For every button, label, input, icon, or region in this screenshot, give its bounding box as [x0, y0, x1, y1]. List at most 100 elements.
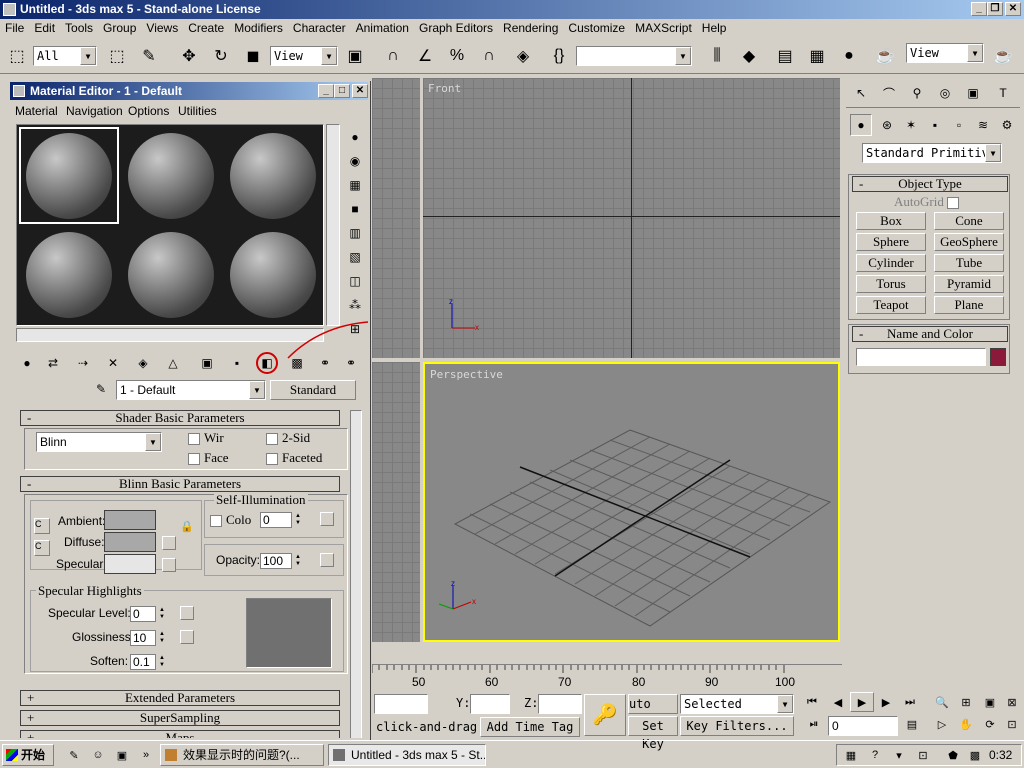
material-effects-channel-icon[interactable]: ▣: [196, 352, 218, 374]
params-scrollbar[interactable]: [350, 410, 362, 738]
create-tab-icon[interactable]: ↖: [850, 82, 872, 104]
timeline-track[interactable]: 50 60 70 80 90 100: [372, 664, 842, 689]
geosphere-button[interactable]: GeoSphere: [934, 233, 1004, 251]
opacity-map-button[interactable]: [320, 553, 334, 567]
cylinder-button[interactable]: Cylinder: [856, 254, 926, 272]
shader-basic-rollout[interactable]: - Shader Basic Parameters: [20, 410, 340, 426]
object-type-header[interactable]: - Object Type: [852, 176, 1008, 192]
lock-ambient-diffuse-icon[interactable]: C: [34, 518, 50, 534]
self-illum-map-button[interactable]: [320, 512, 334, 526]
lights-icon[interactable]: ✶: [900, 114, 922, 136]
key-filters-button[interactable]: Key Filters...: [680, 716, 794, 736]
percent-snap-icon[interactable]: %: [444, 43, 470, 69]
tray-arrow-icon[interactable]: ▾: [887, 745, 911, 765]
helpers-icon[interactable]: ▫: [948, 114, 970, 136]
current-frame-field[interactable]: 0: [828, 716, 898, 736]
slots-horizontal-scrollbar[interactable]: [16, 328, 324, 342]
arc-rotate-icon[interactable]: ⟳: [978, 714, 1002, 734]
menu-maxscript[interactable]: MAXScript: [630, 19, 697, 37]
viewport-perspective[interactable]: Perspective z x: [423, 362, 840, 642]
play-icon[interactable]: ▶: [850, 692, 874, 712]
ref-coord-dropdown[interactable]: View ▼: [270, 46, 338, 66]
spinner-snap-icon[interactable]: ∩: [476, 43, 502, 69]
autogrid-checkbox[interactable]: AutoGrid: [894, 194, 963, 210]
zoom-extents-all-icon[interactable]: ⊠: [1000, 692, 1024, 712]
teapot-button[interactable]: Teapot: [856, 296, 926, 314]
assign-to-selection-icon[interactable]: ⇢: [72, 352, 94, 374]
schematic-icon[interactable]: ▦: [804, 43, 830, 69]
face-map-checkbox[interactable]: Face: [188, 450, 229, 466]
scale-icon[interactable]: ◼: [240, 43, 266, 69]
render-type-dropdown[interactable]: View ▼: [906, 43, 984, 63]
quicklaunch-desktop-icon[interactable]: ▣: [110, 745, 134, 765]
menu-edit[interactable]: Edit: [29, 19, 60, 37]
systems-icon[interactable]: ⚙: [996, 114, 1018, 136]
object-color-swatch[interactable]: [990, 348, 1006, 366]
opacity-spinner[interactable]: 100 ▲ ▼: [260, 553, 301, 569]
y-coord-field[interactable]: [470, 694, 510, 714]
background-icon[interactable]: ▦: [344, 174, 366, 196]
maps-rollout[interactable]: + Maps: [20, 730, 340, 738]
tray-help-icon[interactable]: ?: [863, 745, 887, 765]
tray-grid-icon[interactable]: ▩: [963, 745, 987, 765]
soften-spinner[interactable]: 0.1 ▲ ▼: [130, 654, 165, 670]
sample-slot-3[interactable]: [223, 127, 323, 224]
add-time-tag-button[interactable]: Add Time Tag: [480, 717, 580, 737]
key-mode-toggle-icon[interactable]: ⏯: [802, 714, 826, 734]
viewport-front[interactable]: Front z x: [423, 78, 840, 358]
tube-button[interactable]: Tube: [934, 254, 1004, 272]
menu-animation[interactable]: Animation: [351, 19, 414, 37]
rotate-icon[interactable]: ↻: [208, 43, 234, 69]
go-to-end-icon[interactable]: ⏭: [898, 692, 922, 712]
video-color-check-icon[interactable]: ▥: [344, 222, 366, 244]
put-to-scene-icon[interactable]: ⇄: [42, 352, 64, 374]
quicklaunch-more-icon[interactable]: »: [134, 745, 158, 765]
me-minimize-button[interactable]: _: [318, 84, 334, 98]
get-material-icon[interactable]: ●: [16, 352, 38, 374]
key-mode-dropdown[interactable]: Selected ▼: [680, 694, 794, 714]
backlight-icon[interactable]: ◉: [344, 150, 366, 172]
show-map-in-viewport-icon[interactable]: ▪: [226, 352, 248, 374]
quicklaunch-pen-icon[interactable]: ✎: [62, 745, 86, 765]
motion-tab-icon[interactable]: ◎: [934, 82, 956, 104]
specular-level-spinner[interactable]: 0 ▲ ▼: [130, 606, 165, 622]
menu-graph-editors[interactable]: Graph Editors: [414, 19, 498, 37]
set-key-button[interactable]: Set Key: [628, 716, 678, 751]
tray-keyboard-icon[interactable]: ▦: [839, 745, 863, 765]
select-region-icon[interactable]: ⬚: [4, 43, 30, 69]
menu-group[interactable]: Group: [98, 19, 141, 37]
plane-button[interactable]: Plane: [934, 296, 1004, 314]
maximize-button[interactable]: ❐: [987, 2, 1003, 16]
select-by-material-icon[interactable]: ⁂: [344, 294, 366, 316]
pivot-icon[interactable]: ▣: [342, 43, 368, 69]
display-tab-icon[interactable]: ▣: [962, 82, 984, 104]
hierarchy-tab-icon[interactable]: ⚲: [906, 82, 928, 104]
pick-from-object-icon[interactable]: ✎: [90, 378, 112, 400]
me-menu-navigation[interactable]: Navigation: [66, 104, 123, 118]
make-unique-icon[interactable]: ◈: [132, 352, 154, 374]
sample-slot-1[interactable]: [19, 127, 119, 224]
menu-file[interactable]: File: [0, 19, 29, 37]
render-scene-icon[interactable]: ☕: [872, 43, 898, 69]
material-type-button[interactable]: Standard: [270, 380, 356, 400]
shapes-icon[interactable]: ⊛: [876, 114, 898, 136]
reset-map-icon[interactable]: ✕: [102, 352, 124, 374]
blinn-basic-rollout[interactable]: - Blinn Basic Parameters: [20, 476, 340, 492]
start-button[interactable]: 开始: [2, 744, 54, 766]
me-menu-material[interactable]: Material: [15, 104, 58, 118]
select-object-icon[interactable]: ⬚: [104, 43, 130, 69]
menu-help[interactable]: Help: [697, 19, 732, 37]
put-to-library-icon[interactable]: △: [162, 352, 184, 374]
specular-map-button[interactable]: [162, 558, 176, 572]
two-sided-checkbox[interactable]: 2-Sid: [266, 430, 310, 446]
supersampling-rollout[interactable]: + SuperSampling: [20, 710, 340, 726]
options-icon[interactable]: ◫: [344, 270, 366, 292]
tray-network-icon[interactable]: ⊡: [911, 745, 935, 765]
material-editor-icon[interactable]: ●: [836, 43, 862, 69]
align-icon[interactable]: ◆: [736, 43, 762, 69]
diffuse-map-button[interactable]: [162, 536, 176, 550]
me-menu-options[interactable]: Options: [128, 104, 169, 118]
taskbar-item-3dsmax[interactable]: Untitled - 3ds max 5 - St...: [328, 744, 486, 766]
quick-render-icon[interactable]: ☕: [990, 43, 1016, 69]
material-name-field[interactable]: 1 - Default ▼: [116, 380, 266, 400]
